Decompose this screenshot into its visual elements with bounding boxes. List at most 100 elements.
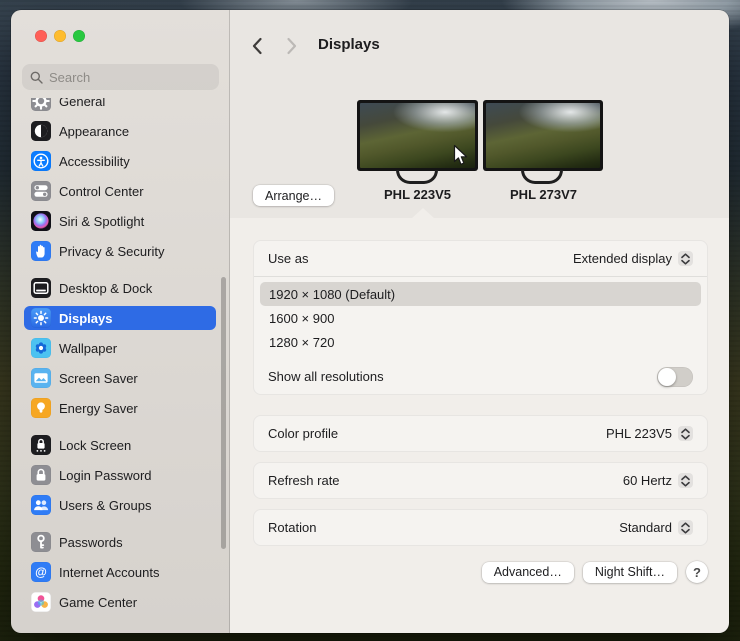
content-pane: Displays Arrange… PHL 223V5 PHL 273V7 Us… (230, 10, 729, 633)
displays-settings-zone: Use as Extended display 1920 × 1080 (Def… (230, 218, 729, 633)
show-all-resolutions-toggle[interactable] (657, 367, 693, 387)
displays-header-zone: Displays Arrange… PHL 223V5 PHL 273V7 (230, 10, 729, 218)
chevron-up-down-icon (678, 426, 693, 441)
sidebar-item-wallpaper[interactable]: Wallpaper (24, 336, 216, 360)
sidebar-item-appearance[interactable]: Appearance (24, 119, 216, 143)
monitor-name-2: PHL 273V7 (483, 187, 604, 202)
sidebar-item-internet-accounts[interactable]: @ Internet Accounts (24, 560, 216, 584)
wallpaper-icon (31, 338, 51, 358)
sidebar-item-label: Internet Accounts (59, 565, 159, 580)
sidebar-item-login-password[interactable]: Login Password (24, 463, 216, 487)
control-center-icon (31, 181, 51, 201)
lock-screen-icon (31, 435, 51, 455)
color-profile-value: PHL 223V5 (606, 426, 672, 441)
sidebar-item-label: Lock Screen (59, 438, 131, 453)
privacy-hand-icon (31, 241, 51, 261)
game-center-icon (31, 592, 51, 612)
sidebar-item-siri-spotlight[interactable]: Siri & Spotlight (24, 209, 216, 233)
monitor-stand (521, 170, 563, 184)
sidebar-item-screen-saver[interactable]: Screen Saver (24, 366, 216, 390)
passwords-key-icon (31, 532, 51, 552)
chevron-up-down-icon (678, 473, 693, 488)
sidebar-item-label: Game Center (59, 595, 137, 610)
refresh-rate-value: 60 Hertz (623, 473, 672, 488)
resolution-list: 1920 × 1080 (Default) 1600 × 900 1280 × … (254, 277, 707, 359)
sidebar-item-label: Screen Saver (59, 371, 138, 386)
sidebar-item-privacy-security[interactable]: Privacy & Security (24, 239, 216, 263)
arrange-button[interactable]: Arrange… (253, 185, 334, 206)
sidebar-item-passwords[interactable]: Passwords (24, 530, 216, 554)
sidebar-item-game-center[interactable]: Game Center (24, 590, 216, 614)
night-shift-button[interactable]: Night Shift… (583, 562, 677, 583)
search-icon (30, 71, 43, 84)
use-as-panel: Use as Extended display 1920 × 1080 (Def… (253, 240, 708, 395)
sidebar-item-desktop-dock[interactable]: Desktop & Dock (24, 276, 216, 300)
internet-accounts-icon: @ (31, 562, 51, 582)
toggle-knob (658, 368, 676, 386)
use-as-popup[interactable]: Extended display (573, 251, 693, 266)
refresh-rate-label: Refresh rate (268, 473, 340, 488)
sidebar-item-displays[interactable]: Displays (24, 306, 216, 330)
rotation-popup[interactable]: Standard (619, 520, 693, 535)
sidebar: Search General Appearance Accessibility (11, 10, 230, 633)
use-as-label: Use as (268, 251, 308, 266)
color-profile-panel: Color profile PHL 223V5 (253, 415, 708, 452)
page-title: Displays (318, 36, 380, 53)
monitor-stand (396, 170, 438, 184)
siri-icon (31, 211, 51, 231)
rotation-value: Standard (619, 520, 672, 535)
sidebar-item-label: Accessibility (59, 154, 130, 169)
search-input[interactable]: Search (22, 64, 219, 90)
sidebar-item-lock-screen[interactable]: Lock Screen (24, 433, 216, 457)
sidebar-item-energy-saver[interactable]: Energy Saver (24, 396, 216, 420)
refresh-rate-popup[interactable]: 60 Hertz (623, 473, 693, 488)
back-button[interactable] (251, 37, 263, 55)
users-groups-icon (31, 495, 51, 515)
sidebar-item-general[interactable]: General (24, 98, 216, 113)
sidebar-scrollbar[interactable] (221, 277, 226, 549)
mouse-cursor (450, 144, 470, 173)
resolution-option-1280[interactable]: 1280 × 720 (260, 330, 701, 354)
color-profile-label: Color profile (268, 426, 338, 441)
sidebar-item-label: Desktop & Dock (59, 281, 152, 296)
sidebar-item-label: Siri & Spotlight (59, 214, 144, 229)
forward-button[interactable] (286, 37, 298, 55)
gear-icon (31, 98, 51, 111)
sidebar-item-label: Wallpaper (59, 341, 117, 356)
login-password-icon (31, 465, 51, 485)
sidebar-item-label: Privacy & Security (59, 244, 164, 259)
sidebar-item-users-groups[interactable]: Users & Groups (24, 493, 216, 517)
selected-display-caret (412, 208, 434, 218)
refresh-rate-panel: Refresh rate 60 Hertz (253, 462, 708, 499)
sidebar-item-label: Energy Saver (59, 401, 138, 416)
footer-buttons: Advanced… Night Shift… ? (482, 561, 708, 583)
sidebar-list: General Appearance Accessibility Control… (11, 98, 229, 633)
chevron-up-down-icon (678, 251, 693, 266)
sidebar-item-label: General (59, 98, 105, 109)
rotation-panel: Rotation Standard (253, 509, 708, 546)
advanced-button[interactable]: Advanced… (482, 562, 574, 583)
resolution-option-1600[interactable]: 1600 × 900 (260, 306, 701, 330)
resolution-option-1920[interactable]: 1920 × 1080 (Default) (260, 282, 701, 306)
sidebar-item-label: Login Password (59, 468, 152, 483)
zoom-button[interactable] (73, 30, 85, 42)
monitor-wallpaper (486, 103, 600, 168)
rotation-label: Rotation (268, 520, 316, 535)
sidebar-item-label: Users & Groups (59, 498, 151, 513)
energy-saver-icon (31, 398, 51, 418)
desktop-dock-icon (31, 278, 51, 298)
monitor-thumbnail-2[interactable] (483, 100, 603, 171)
color-profile-popup[interactable]: PHL 223V5 (606, 426, 693, 441)
sidebar-item-label: Passwords (59, 535, 123, 550)
sidebar-item-control-center[interactable]: Control Center (24, 179, 216, 203)
appearance-icon (31, 121, 51, 141)
show-all-resolutions-label: Show all resolutions (268, 369, 384, 384)
help-button[interactable]: ? (686, 561, 708, 583)
screen-saver-icon (31, 368, 51, 388)
system-settings-window: Search General Appearance Accessibility (11, 10, 729, 633)
close-button[interactable] (35, 30, 47, 42)
minimize-button[interactable] (54, 30, 66, 42)
accessibility-icon (31, 151, 51, 171)
displays-sun-icon (31, 308, 51, 328)
sidebar-item-accessibility[interactable]: Accessibility (24, 149, 216, 173)
